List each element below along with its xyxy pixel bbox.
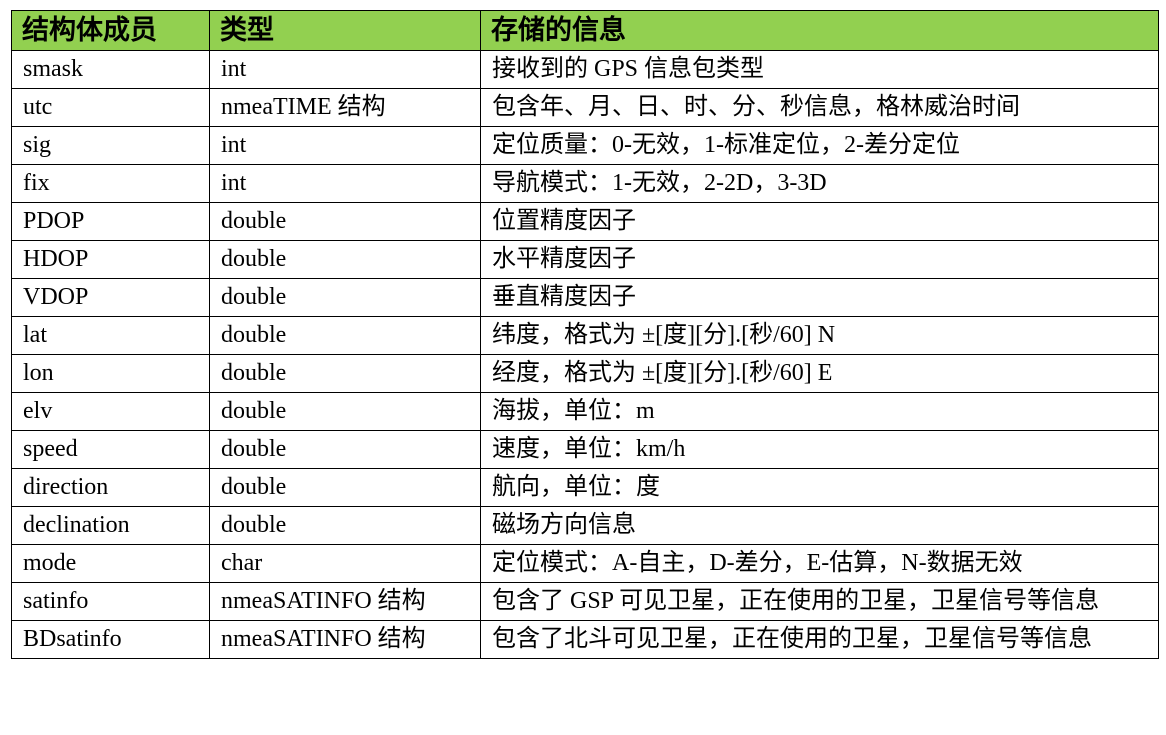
info-cell: 包含年、月、日、时、分、秒信息，格林威治时间: [480, 88, 1159, 127]
table-row: lat double 纬度，格式为 ±[度][分].[秒/60] N: [11, 316, 1159, 355]
member-cell: mode: [11, 544, 210, 583]
struct-members-table: 结构体成员 类型 存储的信息 smask int 接收到的 GPS 信息包类型 …: [11, 10, 1159, 659]
member-cell: HDOP: [11, 240, 210, 279]
header-member: 结构体成员: [11, 10, 210, 51]
info-cell: 经度，格式为 ±[度][分].[秒/60] E: [480, 354, 1159, 393]
info-cell: 定位质量：0-无效，1-标准定位，2-差分定位: [480, 126, 1159, 165]
info-cell: 导航模式：1-无效，2-2D，3-3D: [480, 164, 1159, 203]
info-cell: 水平精度因子: [480, 240, 1159, 279]
type-cell: double: [209, 202, 481, 241]
table-row: PDOP double 位置精度因子: [11, 202, 1159, 241]
member-cell: VDOP: [11, 278, 210, 317]
type-cell: double: [209, 316, 481, 355]
member-cell: direction: [11, 468, 210, 507]
type-cell: char: [209, 544, 481, 583]
type-cell: nmeaSATINFO 结构: [209, 620, 481, 659]
member-cell: BDsatinfo: [11, 620, 210, 659]
header-row: 结构体成员 类型 存储的信息: [11, 10, 1159, 51]
header-info: 存储的信息: [480, 10, 1159, 51]
table-row: mode char 定位模式：A-自主，D-差分，E-估算，N-数据无效: [11, 544, 1159, 583]
member-cell: lat: [11, 316, 210, 355]
type-cell: int: [209, 50, 481, 89]
table-row: sig int 定位质量：0-无效，1-标准定位，2-差分定位: [11, 126, 1159, 165]
info-cell: 航向，单位：度: [480, 468, 1159, 507]
table-row: BDsatinfo nmeaSATINFO 结构 包含了北斗可见卫星，正在使用的…: [11, 620, 1159, 659]
table-header: 结构体成员 类型 存储的信息: [11, 10, 1159, 51]
info-cell: 磁场方向信息: [480, 506, 1159, 545]
member-cell: elv: [11, 392, 210, 431]
table-row: utc nmeaTIME 结构 包含年、月、日、时、分、秒信息，格林威治时间: [11, 88, 1159, 127]
table-row: elv double 海拔，单位：m: [11, 392, 1159, 431]
member-cell: smask: [11, 50, 210, 89]
info-cell: 位置精度因子: [480, 202, 1159, 241]
info-cell: 接收到的 GPS 信息包类型: [480, 50, 1159, 89]
header-type: 类型: [209, 10, 481, 51]
info-cell: 纬度，格式为 ±[度][分].[秒/60] N: [480, 316, 1159, 355]
type-cell: nmeaSATINFO 结构: [209, 582, 481, 621]
member-cell: utc: [11, 88, 210, 127]
member-cell: sig: [11, 126, 210, 165]
member-cell: speed: [11, 430, 210, 469]
table-body: smask int 接收到的 GPS 信息包类型 utc nmeaTIME 结构…: [11, 50, 1159, 659]
type-cell: int: [209, 126, 481, 165]
member-cell: PDOP: [11, 202, 210, 241]
table-row: fix int 导航模式：1-无效，2-2D，3-3D: [11, 164, 1159, 203]
info-cell: 包含了 GSP 可见卫星，正在使用的卫星，卫星信号等信息: [480, 582, 1159, 621]
table-row: declination double 磁场方向信息: [11, 506, 1159, 545]
type-cell: nmeaTIME 结构: [209, 88, 481, 127]
table-row: satinfo nmeaSATINFO 结构 包含了 GSP 可见卫星，正在使用…: [11, 582, 1159, 621]
type-cell: double: [209, 392, 481, 431]
info-cell: 包含了北斗可见卫星，正在使用的卫星，卫星信号等信息: [480, 620, 1159, 659]
type-cell: double: [209, 278, 481, 317]
type-cell: double: [209, 240, 481, 279]
info-cell: 速度，单位：km/h: [480, 430, 1159, 469]
info-cell: 垂直精度因子: [480, 278, 1159, 317]
type-cell: double: [209, 430, 481, 469]
info-cell: 海拔，单位：m: [480, 392, 1159, 431]
table-row: HDOP double 水平精度因子: [11, 240, 1159, 279]
table-row: smask int 接收到的 GPS 信息包类型: [11, 50, 1159, 89]
table-row: lon double 经度，格式为 ±[度][分].[秒/60] E: [11, 354, 1159, 393]
type-cell: double: [209, 506, 481, 545]
type-cell: double: [209, 354, 481, 393]
type-cell: double: [209, 468, 481, 507]
table-row: speed double 速度，单位：km/h: [11, 430, 1159, 469]
member-cell: satinfo: [11, 582, 210, 621]
table-row: direction double 航向，单位：度: [11, 468, 1159, 507]
type-cell: int: [209, 164, 481, 203]
member-cell: declination: [11, 506, 210, 545]
info-cell: 定位模式：A-自主，D-差分，E-估算，N-数据无效: [480, 544, 1159, 583]
member-cell: lon: [11, 354, 210, 393]
table-row: VDOP double 垂直精度因子: [11, 278, 1159, 317]
member-cell: fix: [11, 164, 210, 203]
